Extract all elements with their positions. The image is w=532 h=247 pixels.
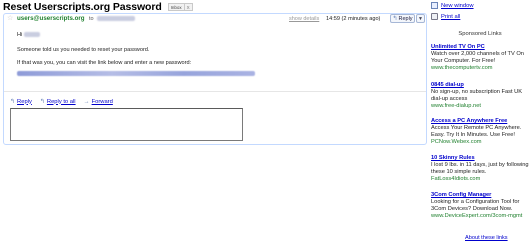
- reply-all-icon: ↰: [39, 99, 45, 105]
- ad-item: 10 Skinny Rules I lost 9 lbs. in 11 days…: [431, 155, 531, 183]
- label-name[interactable]: Inbox: [169, 4, 184, 11]
- recipient-name-redacted: [24, 32, 41, 38]
- chevron-down-icon: ▼: [418, 15, 423, 22]
- message-subject-bar: Reset Userscripts.org Password Inbox X: [3, 1, 193, 13]
- sender-address[interactable]: users@userscripts.org: [17, 15, 85, 22]
- recipient-redacted: [96, 15, 135, 21]
- ad-url[interactable]: PCNow.Webex.com: [431, 139, 531, 146]
- ad-title[interactable]: Unlimited TV On PC: [431, 44, 531, 51]
- ad-description: Access Your Remote PC Anywhere. Easy. Tr…: [431, 125, 522, 138]
- forward-icon: →: [83, 98, 90, 105]
- to-prefix: to: [89, 15, 94, 22]
- reply-icon: ↰: [10, 99, 16, 105]
- print-all-action[interactable]: Print all: [431, 13, 460, 20]
- new-window-icon: [431, 2, 438, 9]
- ad-title[interactable]: Access a PC Anywhere Free: [431, 118, 531, 125]
- ad-item: 0845 dial-up No sign-up, no subscription…: [431, 82, 531, 110]
- show-details-link[interactable]: show details: [289, 16, 319, 22]
- greeting: Hi: [17, 32, 41, 38]
- new-window-link[interactable]: New window: [441, 3, 474, 9]
- ad-description: No sign-up, no subscription Fast UK dial…: [431, 89, 523, 102]
- inbox-label-chip: Inbox X: [167, 3, 193, 11]
- reply-button-label: Reply: [398, 15, 413, 22]
- ad-url[interactable]: www.free-dialup.net: [431, 103, 531, 110]
- quick-reply-textarea[interactable]: [10, 108, 243, 141]
- sponsored-links-heading: Sponsored Links: [458, 31, 502, 37]
- remove-label-button[interactable]: X: [183, 3, 192, 11]
- ad-description: Looking for a Configuration Tool for 3Co…: [431, 199, 520, 212]
- print-all-link[interactable]: Print all: [441, 14, 460, 20]
- about-links: About these links: [465, 235, 508, 241]
- ad-item: Unlimited TV On PC Watch over 2,000 chan…: [431, 44, 531, 72]
- body-line-2: If that was you, you can visit the link …: [17, 60, 192, 66]
- reply-all-action[interactable]: ↰ Reply to all: [39, 98, 76, 106]
- forward-link[interactable]: Forward: [92, 99, 113, 105]
- ad-item: 3Com Config Manager Looking for a Config…: [431, 192, 531, 220]
- forward-action[interactable]: → Forward: [84, 98, 113, 105]
- reply-link[interactable]: Reply: [17, 99, 32, 105]
- message-subject: Reset Userscripts.org Password: [3, 1, 162, 13]
- about-these-links[interactable]: About these links: [465, 235, 508, 241]
- reply-all-link[interactable]: Reply to all: [47, 99, 76, 105]
- reply-arrow-icon: ↰: [392, 16, 398, 22]
- ad-title[interactable]: 10 Skinny Rules: [431, 155, 531, 162]
- ad-title[interactable]: 0845 dial-up: [431, 82, 531, 89]
- ad-item: Access a PC Anywhere Free Access Your Re…: [431, 118, 531, 146]
- divider: [4, 91, 426, 92]
- ad-url[interactable]: FatLoss4Idiots.com: [431, 176, 531, 183]
- reply-button[interactable]: ↰ Reply: [390, 14, 415, 23]
- ad-description: Watch over 2,000 channels of TV On Your …: [431, 51, 524, 64]
- reset-password-link-redacted[interactable]: [17, 71, 255, 76]
- more-options-button[interactable]: ▼: [416, 14, 425, 23]
- message-header: ☆ users@userscripts.org to show details …: [4, 14, 426, 24]
- ad-url[interactable]: www.DeviceExpert.com/3com-mgmt: [431, 213, 531, 220]
- ad-url[interactable]: www.thecomputertv.com: [431, 65, 531, 72]
- new-window-action[interactable]: New window: [431, 2, 474, 9]
- message-card: ☆ users@userscripts.org to show details …: [3, 13, 427, 145]
- reply-action[interactable]: ↰ Reply: [10, 98, 32, 106]
- ad-title[interactable]: 3Com Config Manager: [431, 192, 531, 199]
- star-icon[interactable]: ☆: [7, 15, 13, 22]
- greeting-text: Hi: [17, 32, 23, 38]
- ad-description: I lost 9 lbs. in 11 days, just by follow…: [431, 162, 529, 175]
- message-actions: ↰ Reply ↰ Reply to all → Forward: [10, 98, 113, 106]
- printer-icon: [431, 13, 438, 20]
- body-line-1: Someone told us you needed to reset your…: [17, 47, 150, 53]
- recipient-line: to: [89, 16, 135, 22]
- message-time: 14:59 (2 minutes ago): [326, 15, 381, 22]
